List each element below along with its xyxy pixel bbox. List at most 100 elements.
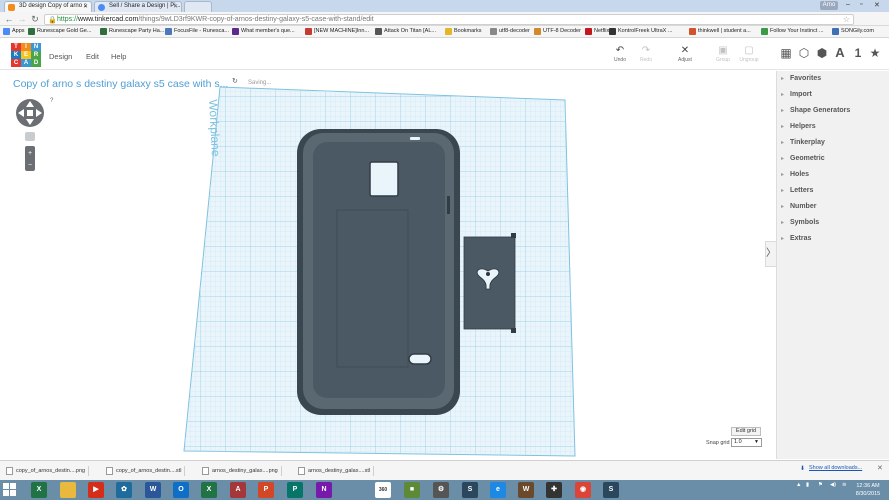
redo-button[interactable]: ↷ Redo bbox=[634, 46, 658, 64]
logo-letter: D bbox=[31, 59, 41, 67]
bookmark-item[interactable]: KontrolFreek UltraX ... bbox=[609, 27, 672, 36]
bookmark-item[interactable]: SONGily.com bbox=[832, 27, 874, 36]
network-icon[interactable]: ▮ bbox=[806, 482, 809, 488]
download-item[interactable]: copy_of_arnos_destin....stl bbox=[104, 464, 186, 478]
game-controller-icon[interactable]: ✚ bbox=[546, 482, 562, 498]
text-shape-icon[interactable]: A bbox=[833, 46, 847, 60]
volume-icon[interactable]: ◀) bbox=[830, 482, 836, 488]
close-downloads-icon[interactable]: ✕ bbox=[877, 464, 883, 472]
fit-view-button[interactable] bbox=[25, 132, 35, 141]
category-geometric[interactable]: ▸ Geometric bbox=[777, 153, 889, 168]
bookmark-item[interactable]: What member's que... bbox=[232, 27, 295, 36]
windows-start-button[interactable] bbox=[3, 483, 17, 497]
browser-tab[interactable]: Sell / Share a Design | Pi... ✕ bbox=[94, 1, 182, 12]
category-favorites[interactable]: ▸ Favorites bbox=[777, 73, 889, 88]
file-explorer-icon[interactable] bbox=[60, 482, 76, 498]
outlook-icon[interactable]: O bbox=[173, 482, 189, 498]
youtube-icon[interactable]: ▶ bbox=[88, 482, 104, 498]
category-tinkerplay[interactable]: ▸ Tinkerplay bbox=[777, 137, 889, 152]
adjust-button[interactable]: ✕ Adjust bbox=[673, 46, 697, 64]
ungroup-button[interactable]: ▢ Ungroup bbox=[737, 46, 761, 64]
download-item[interactable]: arnos_destiny_galax....stl bbox=[296, 464, 375, 478]
download-item[interactable]: copy_of_arnos_destin....png bbox=[4, 464, 90, 478]
menu-help[interactable]: Help bbox=[111, 52, 126, 61]
home-view-icon[interactable] bbox=[27, 110, 33, 116]
bookmark-item[interactable]: Apps bbox=[3, 27, 25, 36]
edge-icon[interactable]: e bbox=[490, 482, 506, 498]
phone-case-shape[interactable] bbox=[297, 129, 460, 415]
show-all-downloads-link[interactable]: Show all downloads... bbox=[809, 465, 862, 471]
tray-arrow-icon[interactable]: ▲ bbox=[796, 482, 801, 488]
system-clock[interactable]: 12:36 AM 8/30/2015 bbox=[853, 482, 883, 498]
undo-button[interactable]: ↶ Undo bbox=[608, 46, 632, 64]
bookmark-item[interactable]: [NEW MACHINE]Inn... bbox=[305, 27, 369, 36]
category-letters[interactable]: ▸ Letters bbox=[777, 185, 889, 200]
category-extras[interactable]: ▸ Extras bbox=[777, 233, 889, 248]
excel-icon[interactable]: X bbox=[31, 482, 47, 498]
bookmark-item[interactable]: Runescape Party Ha... bbox=[100, 27, 164, 36]
category-number[interactable]: ▸ Number bbox=[777, 201, 889, 216]
bookmark-item[interactable]: FocusFile - Runesca... bbox=[165, 27, 229, 36]
360-icon[interactable]: 360 bbox=[375, 482, 391, 498]
close-tab-icon[interactable]: ✕ bbox=[173, 3, 178, 10]
back-icon[interactable]: ← bbox=[4, 14, 14, 24]
close-window-icon[interactable]: ✕ bbox=[874, 1, 880, 9]
minimize-icon[interactable]: – bbox=[846, 1, 850, 8]
group-button[interactable]: ▣ Group bbox=[711, 46, 735, 64]
bookmark-item[interactable]: Bookmarks bbox=[445, 27, 482, 36]
solid-cube-icon[interactable]: ⬢ bbox=[815, 46, 829, 60]
settings-icon[interactable]: ✿ bbox=[116, 482, 132, 498]
edit-grid-button[interactable]: Edit grid bbox=[731, 427, 761, 436]
number-shape-icon[interactable]: 1 bbox=[851, 46, 865, 60]
chrome-icon[interactable]: ◉ bbox=[575, 482, 591, 498]
cube-view-icon[interactable]: ⬡ bbox=[797, 46, 811, 60]
close-tab-icon[interactable]: ✕ bbox=[83, 3, 88, 10]
bookmark-item[interactable]: UTF-8 Decoder bbox=[534, 27, 581, 36]
steam-icon[interactable]: S bbox=[462, 482, 478, 498]
category-holes[interactable]: ▸ Holes bbox=[777, 169, 889, 184]
menu-edit[interactable]: Edit bbox=[86, 52, 99, 61]
category-import[interactable]: ▸ Import bbox=[777, 89, 889, 104]
powerpoint-icon[interactable]: P bbox=[258, 482, 274, 498]
onenote-icon[interactable]: N bbox=[316, 482, 332, 498]
bookmark-item[interactable]: Attack On Titan [AL... bbox=[375, 27, 436, 36]
forward-icon[interactable]: → bbox=[17, 14, 27, 24]
word-icon[interactable]: W bbox=[145, 482, 161, 498]
logo-letter: I bbox=[21, 43, 31, 51]
collapse-panel-button[interactable]: 〉 bbox=[765, 241, 776, 267]
undo-label: Undo bbox=[614, 57, 626, 63]
bookmark-item[interactable]: Runescape Gold Ge... bbox=[28, 27, 91, 36]
tank-icon[interactable]: W bbox=[518, 482, 534, 498]
publisher-icon[interactable]: P bbox=[287, 482, 303, 498]
workspace-canvas[interactable]: Copy of arno s destiny galaxy s5 case wi… bbox=[0, 71, 776, 459]
excel-icon[interactable]: X bbox=[201, 482, 217, 498]
wifi-icon[interactable]: ≋ bbox=[842, 482, 847, 488]
stand-shape[interactable] bbox=[463, 233, 516, 333]
help-icon[interactable]: ? bbox=[50, 98, 53, 104]
url-input[interactable]: 🔒 https://www.tinkercad.com/things/9wLD3… bbox=[44, 14, 854, 25]
flag-icon[interactable]: ⚑ bbox=[818, 482, 823, 488]
tools-icon[interactable]: ⚙ bbox=[433, 482, 449, 498]
download-item[interactable]: arnos_destiny_galax....png bbox=[200, 464, 282, 478]
user-profile-badge[interactable]: Arno bbox=[820, 1, 838, 10]
bookmark-star-icon[interactable]: ☆ bbox=[843, 15, 850, 24]
bookmark-item[interactable]: Follow Your Instinct ... bbox=[761, 27, 824, 36]
snap-grid-select[interactable]: 1.0 ▼ bbox=[731, 438, 762, 447]
menu-design[interactable]: Design bbox=[49, 52, 72, 61]
category-shape-generators[interactable]: ▸ Shape Generators bbox=[777, 105, 889, 120]
bookmark-item[interactable]: thinkwell | student a... bbox=[689, 27, 751, 36]
minecraft-icon[interactable]: ■ bbox=[404, 482, 420, 498]
category-helpers[interactable]: ▸ Helpers bbox=[777, 121, 889, 136]
category-symbols[interactable]: ▸ Symbols bbox=[777, 217, 889, 232]
bookmark-item[interactable]: Netflix bbox=[585, 27, 609, 36]
tinkercad-logo[interactable]: TIN KER CAD bbox=[11, 43, 41, 67]
reload-icon[interactable]: ↻ bbox=[30, 14, 40, 24]
grid-view-icon[interactable]: ▦ bbox=[779, 46, 793, 60]
access-icon[interactable]: A bbox=[230, 482, 246, 498]
new-tab-button[interactable] bbox=[184, 1, 212, 12]
maximize-icon[interactable]: ▫ bbox=[860, 1, 862, 8]
browser-tab-active[interactable]: 3D design Copy of arno s ✕ bbox=[4, 1, 92, 12]
star-shape-icon[interactable]: ★ bbox=[868, 46, 882, 60]
steam-icon[interactable]: S bbox=[603, 482, 619, 498]
bookmark-item[interactable]: utf8-decoder bbox=[490, 27, 530, 36]
